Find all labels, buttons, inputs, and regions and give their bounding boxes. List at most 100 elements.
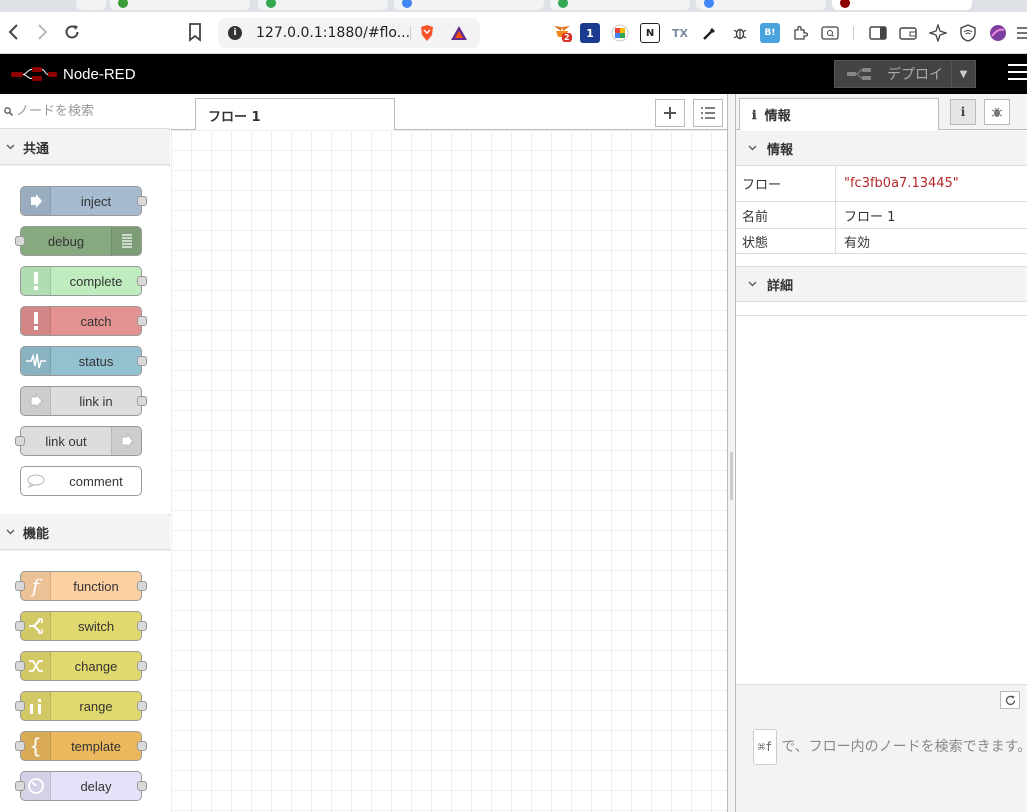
details-section-header[interactable]: 詳細 <box>736 266 1027 302</box>
sidebar-resize-handle[interactable] <box>727 94 736 812</box>
info-section-header[interactable]: 情報 <box>736 131 1027 166</box>
browser-tab[interactable] <box>76 0 106 10</box>
info-tab-icon[interactable]: i <box>950 99 976 125</box>
palette-search-input[interactable] <box>16 100 164 122</box>
input-port <box>15 781 25 791</box>
notion-extension-icon[interactable]: N <box>640 23 660 43</box>
deploy-icon <box>847 68 871 80</box>
sidebar-toggle-icon[interactable] <box>868 23 888 43</box>
brave-rewards-icon[interactable] <box>450 24 468 42</box>
forward-icon[interactable] <box>30 20 54 44</box>
input-port <box>15 701 25 711</box>
translate-extension-icon[interactable]: TX <box>670 23 690 43</box>
pulse-icon <box>21 347 51 375</box>
output-port <box>137 276 147 286</box>
tab-flow-1[interactable]: フロー 1 <box>195 98 395 131</box>
profile-avatar[interactable] <box>988 23 1008 43</box>
bookmark-icon[interactable] <box>186 21 204 43</box>
exclamation-icon <box>21 307 51 335</box>
shortcut-key: ⌘f <box>752 729 778 765</box>
palette-node-debug[interactable]: debug <box>15 226 142 256</box>
link-out-icon <box>111 427 141 455</box>
chevron-down-icon <box>6 142 15 153</box>
comment-bubble-icon <box>21 467 51 495</box>
palette-node-catch[interactable]: catch <box>20 306 147 336</box>
browser-tab[interactable] <box>394 0 544 10</box>
browser-tab[interactable] <box>550 0 690 10</box>
deploy-button[interactable]: デプロイ ▼ <box>834 60 976 88</box>
browser-menu-icon[interactable] <box>1016 23 1027 43</box>
palette-node-status[interactable]: status <box>20 346 147 376</box>
url-text[interactable]: 127.0.0.1:1880/#flo... <box>256 25 410 41</box>
address-bar[interactable]: i 127.0.0.1:1880/#flo... <box>218 18 480 48</box>
category-function-header[interactable]: 機能 <box>0 515 170 550</box>
bug-extension-icon[interactable] <box>730 23 750 43</box>
palette-node-inject[interactable]: inject <box>20 186 147 216</box>
metamask-extension-icon[interactable]: 2 <box>552 23 572 43</box>
resize-grip[interactable] <box>730 452 733 500</box>
output-port <box>137 701 147 711</box>
node-label: function <box>73 578 119 594</box>
debug-bug-icon[interactable] <box>984 99 1010 125</box>
input-port <box>15 661 25 671</box>
hatena-extension-icon[interactable]: B! <box>760 23 780 43</box>
wallet-icon[interactable] <box>898 23 918 43</box>
tab-search-icon[interactable] <box>820 23 840 43</box>
node-label: switch <box>77 618 115 634</box>
tab-info[interactable]: ℹ 情報 <box>739 98 939 131</box>
deploy-menu-caret-icon[interactable]: ▼ <box>951 61 975 87</box>
property-value: 有効 <box>844 235 871 251</box>
browser-tab[interactable] <box>696 0 826 10</box>
chevron-down-icon <box>6 527 15 538</box>
puzzle-extension-icon[interactable] <box>790 23 810 43</box>
node-label: link out <box>45 433 87 449</box>
add-flow-icon[interactable] <box>655 99 685 127</box>
palette-node-link-in[interactable]: link in <box>20 386 147 416</box>
leo-ai-icon[interactable] <box>928 23 948 43</box>
property-key: 名前 <box>736 202 836 228</box>
property-value: フロー 1 <box>844 209 896 225</box>
flow-canvas[interactable] <box>171 130 727 812</box>
google-extension-icon[interactable] <box>610 23 630 43</box>
function-icon: f <box>21 572 51 600</box>
browser-tab-active[interactable] <box>832 0 972 10</box>
back-icon[interactable] <box>2 20 26 44</box>
palette-node-switch[interactable]: switch <box>15 611 147 641</box>
reload-icon[interactable] <box>60 20 84 44</box>
palette-node-complete[interactable]: complete <box>20 266 147 296</box>
node-red-logo <box>10 66 58 82</box>
palette-node-function[interactable]: f function <box>15 571 147 601</box>
browser-tab[interactable] <box>110 0 250 10</box>
app-title: Node-RED <box>63 66 136 83</box>
switch-icon <box>21 612 51 640</box>
node-label: status <box>78 353 114 369</box>
eyedropper-extension-icon[interactable] <box>700 23 720 43</box>
chevron-down-icon <box>748 279 757 290</box>
password-extension-icon[interactable]: 1 <box>580 23 600 43</box>
output-port <box>137 396 147 406</box>
palette-node-range[interactable]: range <box>15 691 147 721</box>
extension-badge: 2 <box>562 33 572 42</box>
palette-node-link-out[interactable]: link out <box>15 426 142 456</box>
link-in-icon <box>21 387 51 415</box>
flow-list-icon[interactable] <box>693 99 723 127</box>
node-label: template <box>71 738 121 754</box>
main-menu-icon[interactable] <box>1008 64 1027 84</box>
brave-shields-icon[interactable] <box>418 24 436 42</box>
palette-node-comment[interactable]: comment <box>20 466 142 496</box>
site-info-icon[interactable]: i <box>228 26 242 40</box>
palette-node-change[interactable]: change <box>15 651 147 681</box>
search-hint: ⌘f で、フロー内のノードを検索できます。 <box>752 729 1027 765</box>
palette-node-delay[interactable]: delay <box>15 771 147 801</box>
category-common-header[interactable]: 共通 <box>0 130 170 165</box>
property-key: 状態 <box>736 229 836 253</box>
browser-tab[interactable] <box>258 0 388 10</box>
debug-list-icon <box>111 227 141 255</box>
vpn-shield-icon[interactable] <box>958 23 978 43</box>
output-port <box>137 781 147 791</box>
output-port <box>137 741 147 751</box>
palette-node-template[interactable]: { template <box>15 731 147 761</box>
refresh-icon[interactable] <box>1000 691 1020 709</box>
browser-tab-strip <box>0 0 1027 12</box>
palette-search <box>0 94 170 129</box>
